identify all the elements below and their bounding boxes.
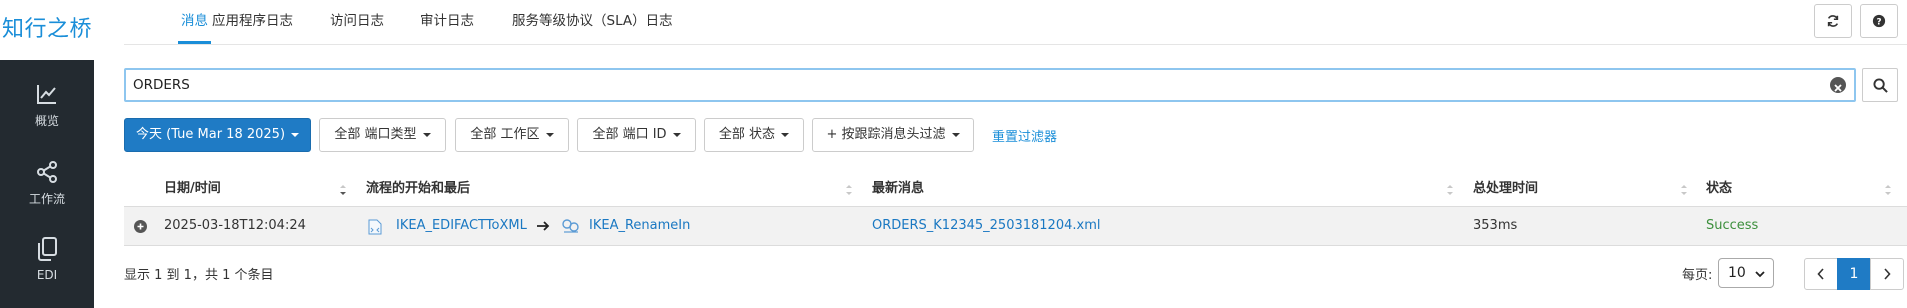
cell-duration: 353ms [1473,218,1518,233]
refresh-icon [1827,15,1839,27]
previous-page-button[interactable] [1804,258,1838,290]
port-id-filter-label: 全部 端口 ID [592,127,667,142]
per-page-value: 10 [1728,265,1746,281]
refresh-button[interactable] [1814,4,1852,38]
flow-start-link[interactable]: IKEA_EDIFACTToXML [396,207,527,245]
sort-desc-icon[interactable] [339,183,347,197]
table-row[interactable]: 2025-03-18T12:04:24 IKEA_EDIFACTToXML IK… [124,206,1907,246]
workspace-filter-label: 全部 工作区 [470,127,540,142]
sidebar-item-label: 工作流 [28,192,65,206]
sidebar-item-overview[interactable]: 概览 [0,82,94,154]
port-id-filter-dropdown[interactable]: 全部 端口 ID [577,118,696,152]
chevron-down-icon [422,132,431,137]
help-button[interactable]: ? [1860,4,1898,38]
xml-file-icon [368,219,382,235]
sidebar-item-label: 概览 [34,114,59,128]
help-icon: ? [1872,14,1886,28]
reset-filters-link[interactable]: 重置过滤器 [992,126,1057,145]
search-box [124,68,1856,102]
chart-line-icon [37,85,56,104]
search-input[interactable] [133,71,1783,99]
tab-application-log[interactable]: 应用程序日志 [212,0,293,44]
date-filter-dropdown[interactable]: 今天 (Tue Mar 18 2025) [124,118,311,152]
arrow-right-icon [537,221,550,231]
chevron-down-icon [1755,271,1765,278]
port-type-filter-dropdown[interactable]: 全部 端口类型 [319,118,446,152]
tab-audit-log[interactable]: 审计日志 [420,0,474,44]
sidebar-item-workflow[interactable]: 工作流 [0,160,94,232]
app-logo[interactable]: 知行之桥 [0,0,94,60]
column-header-datetime[interactable]: 日期/时间 [164,176,221,202]
page-button-current[interactable]: 1 [1837,258,1871,290]
tab-sla-log[interactable]: 服务等级协议（SLA）日志 [512,0,673,44]
status-badge: Success [1706,218,1759,233]
column-header-flow[interactable]: 流程的开始和最后 [366,176,470,202]
workspace-filter-dropdown[interactable]: 全部 工作区 [455,118,569,152]
expand-row-button[interactable] [134,220,147,233]
chevron-down-icon [672,132,681,137]
sort-icon[interactable] [1446,183,1454,197]
chevron-left-icon [1817,268,1824,280]
share-nodes-icon [37,161,57,183]
sort-icon[interactable] [845,183,853,197]
copy-document-icon [38,237,57,261]
flow-end-link[interactable]: IKEA_RenameIn [589,207,690,245]
chevron-down-icon [951,132,960,137]
port-type-filter-label: 全部 端口类型 [334,127,417,142]
table-info: 显示 1 到 1，共 1 个条目 [124,268,274,283]
chevron-right-icon [1884,268,1891,280]
tab-access-log[interactable]: 访问日志 [330,0,384,44]
sidebar-item-label: EDI [36,268,58,282]
latest-message-link[interactable]: ORDERS_K12345_2503181204.xml [872,207,1100,245]
sort-icon[interactable] [1884,183,1892,197]
tracked-header-filter-dropdown[interactable]: + 按跟踪消息头过滤 [812,118,974,152]
plus-icon [137,223,144,230]
column-header-latest-message[interactable]: 最新消息 [872,176,924,202]
status-filter-label: 全部 状态 [718,127,776,142]
clear-search-button[interactable] [1830,77,1846,93]
chevron-down-icon [545,132,554,137]
chevron-down-icon [781,132,790,137]
status-filter-dropdown[interactable]: 全部 状态 [704,118,804,152]
app: 知行之桥 概览 工作流 EDI 消息 应用程序日志 访问日志 审计日志 服务等级… [0,0,1907,308]
clear-icon [1834,84,1842,92]
svg-text:?: ? [1876,18,1881,28]
tracked-header-filter-label: + 按跟踪消息头过滤 [826,127,946,142]
sidebar: 知行之桥 概览 工作流 EDI [0,0,94,308]
date-filter-label: 今天 (Tue Mar 18 2025) [135,127,286,142]
sidebar-item-edi[interactable]: EDI [0,236,94,308]
rename-port-icon [562,219,579,233]
tabs-divider [124,44,1907,45]
chevron-down-icon [291,132,300,137]
sort-icon[interactable] [1680,183,1688,197]
search-icon [1872,77,1888,93]
tab-messages[interactable]: 消息 [178,0,211,44]
search-button[interactable] [1862,68,1898,102]
column-header-duration[interactable]: 总处理时间 [1473,176,1538,202]
column-header-status[interactable]: 状态 [1706,176,1732,202]
per-page-select[interactable]: 10 [1718,258,1774,288]
cell-datetime: 2025-03-18T12:04:24 [164,218,306,233]
next-page-button[interactable] [1870,258,1904,290]
per-page-label: 每页: [1682,268,1713,283]
